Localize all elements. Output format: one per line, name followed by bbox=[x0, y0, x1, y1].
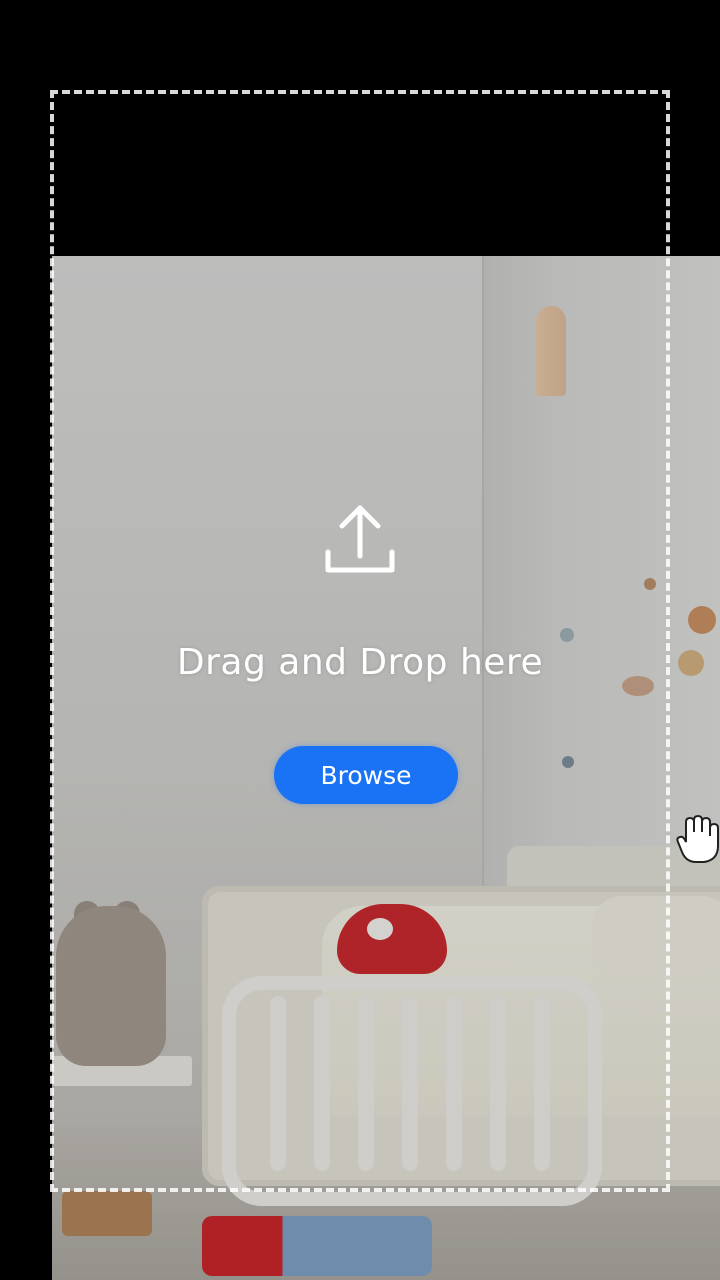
drop-zone[interactable] bbox=[50, 90, 670, 1192]
hand-cursor-icon bbox=[676, 814, 719, 863]
upload-screen: Drag and Drop here Browse bbox=[0, 0, 720, 1280]
drop-instruction: Drag and Drop here bbox=[176, 642, 544, 683]
upload-icon bbox=[325, 505, 395, 573]
browse-button[interactable]: Browse bbox=[274, 746, 458, 804]
